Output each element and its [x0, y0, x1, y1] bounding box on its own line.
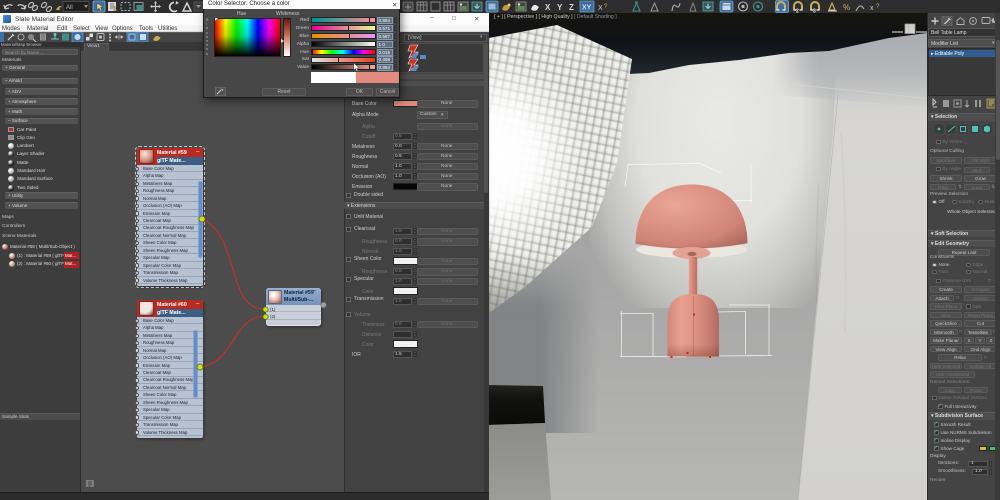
svg-text:%: % — [843, 3, 850, 12]
svg-text:Y: Y — [557, 3, 563, 12]
svg-text:X: X — [598, 5, 603, 12]
svg-text:All: All — [66, 5, 73, 11]
svg-text:XY: XY — [582, 5, 592, 12]
svg-text:Z: Z — [569, 3, 574, 12]
svg-text:X: X — [545, 3, 551, 12]
svg-text:x: x — [870, 5, 874, 12]
